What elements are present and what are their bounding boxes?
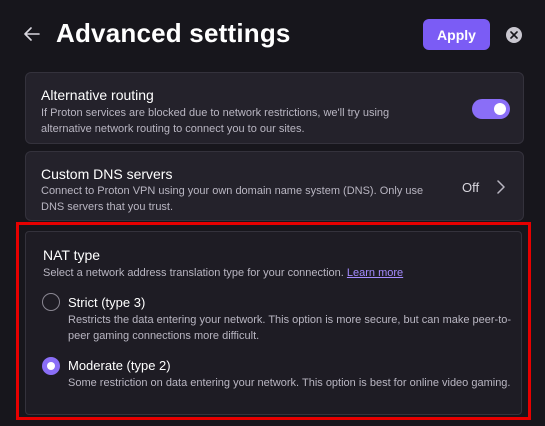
custom-dns-card[interactable]: Custom DNS servers Connect to Proton VPN… (25, 151, 524, 221)
learn-more-link[interactable]: Learn more (347, 267, 403, 279)
strict-radio[interactable] (42, 293, 60, 311)
custom-dns-status: Off (462, 180, 480, 195)
nat-type-title: NAT type (43, 247, 101, 263)
chevron-right-icon (496, 180, 510, 196)
back-arrow-icon[interactable] (22, 24, 42, 44)
page-title: Advanced settings (56, 18, 291, 48)
moderate-option-description: Some restriction on data entering your n… (68, 377, 511, 389)
nat-highlight-box: NAT type Select a network address transl… (16, 222, 531, 420)
toggle-knob (494, 103, 506, 115)
apply-button[interactable]: Apply (423, 19, 490, 50)
nat-type-card: NAT type Select a network address transl… (25, 231, 522, 415)
alternative-routing-description: If Proton services are blocked due to ne… (41, 107, 390, 135)
moderate-option-label: Moderate (type 2) (68, 358, 171, 373)
custom-dns-description: Connect to Proton VPN using your own dom… (41, 185, 424, 213)
strict-option-description: Restricts the data entering your network… (68, 314, 512, 342)
close-icon[interactable] (506, 27, 522, 43)
nat-type-description: Select a network address translation typ… (43, 265, 513, 281)
custom-dns-title: Custom DNS servers (41, 166, 173, 182)
alternative-routing-title: Alternative routing (41, 87, 154, 103)
radio-selected-dot (47, 362, 55, 370)
header: Advanced settings Apply (0, 0, 545, 70)
strict-option-label: Strict (type 3) (68, 295, 146, 310)
nat-description-text: Select a network address translation typ… (43, 267, 344, 279)
moderate-radio[interactable] (42, 357, 60, 375)
alternative-routing-card: Alternative routing If Proton services a… (25, 72, 524, 144)
alternative-routing-toggle[interactable] (472, 99, 510, 119)
